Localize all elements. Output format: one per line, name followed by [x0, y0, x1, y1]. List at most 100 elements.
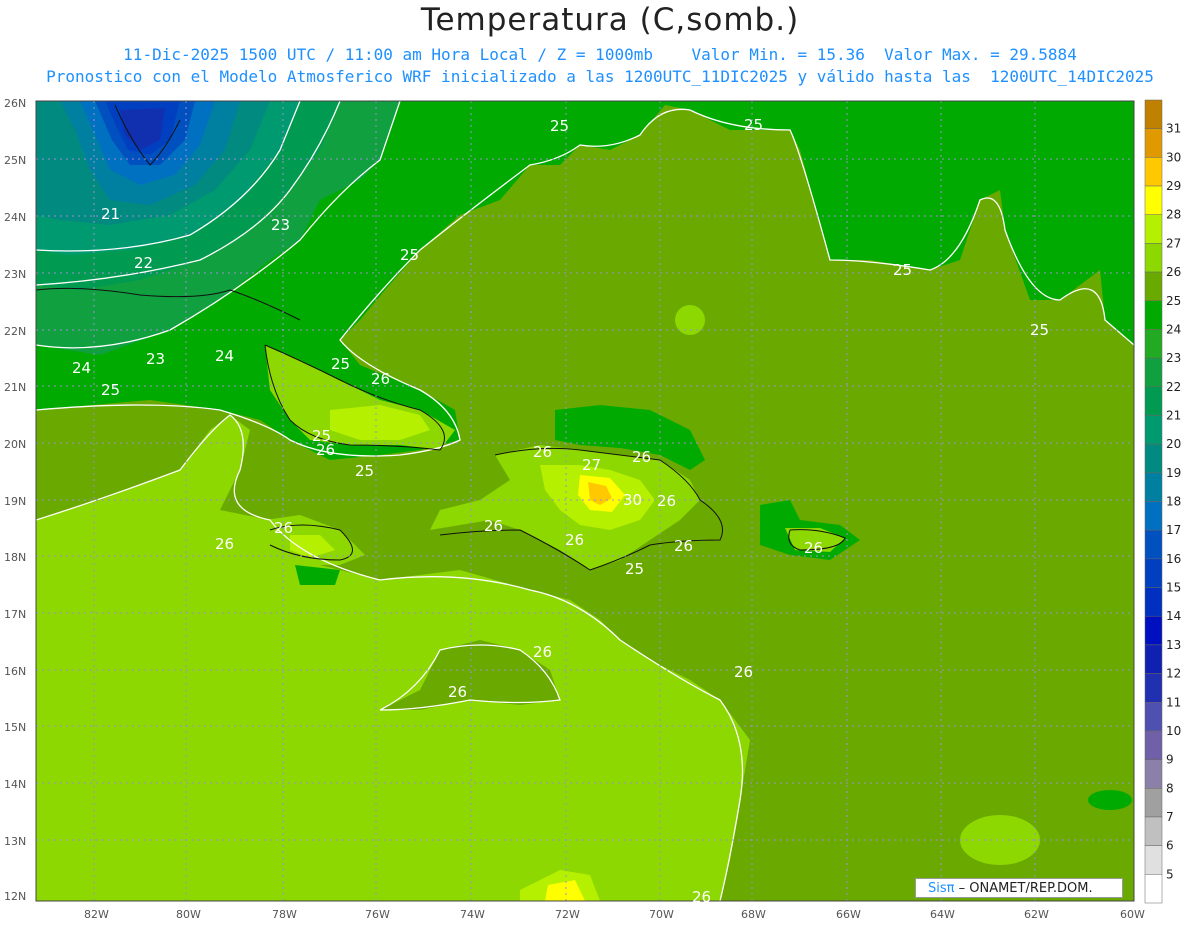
colorbar-swatch — [1144, 214, 1163, 244]
lon-label: 76W — [365, 908, 390, 921]
patch-2 — [1088, 790, 1132, 810]
contour-label: 26 — [215, 535, 234, 553]
lon-label: 64W — [930, 908, 955, 921]
colorbar-label: 15 — [1166, 581, 1181, 595]
colorbar-swatch — [1144, 271, 1163, 302]
colorbar-label: 14 — [1166, 609, 1181, 623]
colorbar-swatch — [1144, 673, 1163, 703]
contour-label: 25 — [744, 116, 763, 134]
lat-label: 18N — [4, 551, 26, 564]
contour-label: 26 — [565, 531, 584, 549]
colorbar-swatch — [1144, 615, 1163, 646]
colorbar-label: 26 — [1166, 265, 1181, 279]
colorbar-label: 25 — [1166, 294, 1181, 308]
colorbar-label: 31 — [1166, 122, 1181, 136]
colorbar-label: 19 — [1166, 466, 1181, 480]
colorbar-label: 20 — [1166, 437, 1181, 451]
temperature-map: 26N 25N 24N 23N 22N 21N 20N 19N 18N 17N … — [4, 97, 1181, 921]
lat-label: 17N — [4, 608, 26, 621]
colorbar: 31 30 29 28 27 26 25 24 23 22 21 20 19 18 17 16 15 14 13 12… — [1144, 99, 1181, 904]
contour-label: 26 — [692, 888, 711, 906]
contour-label: 26 — [448, 683, 467, 701]
colorbar-swatch — [1144, 300, 1163, 330]
colorbar-swatch — [1144, 157, 1163, 187]
contour-label: 25 — [1030, 321, 1049, 339]
contour-label: 25 — [355, 462, 374, 480]
colorbar-label: 16 — [1166, 552, 1181, 566]
colorbar-label: 9 — [1166, 753, 1174, 767]
contour-label: 25 — [331, 355, 350, 373]
colorbar-swatch — [1144, 702, 1163, 732]
contour-label: 25 — [101, 381, 120, 399]
colorbar-swatch — [1144, 587, 1163, 617]
colorbar-label: 13 — [1166, 638, 1181, 652]
lat-label: 22N — [4, 325, 26, 338]
colorbar-label: 22 — [1166, 380, 1181, 394]
contour-label: 25 — [625, 560, 644, 578]
colorbar-label: 28 — [1166, 208, 1181, 222]
colorbar-swatch — [1144, 357, 1163, 388]
lat-label: 16N — [4, 665, 26, 678]
contour-label: 26 — [533, 443, 552, 461]
colorbar-swatch — [1144, 788, 1163, 818]
colorbar-swatch — [1144, 472, 1163, 502]
lon-label: 60W — [1120, 908, 1145, 921]
lat-label: 15N — [4, 721, 26, 734]
contour-label: 26 — [674, 537, 693, 555]
colorbar-swatch — [1144, 501, 1163, 531]
lon-label: 72W — [555, 908, 580, 921]
contour-label: 23 — [146, 350, 165, 368]
colorbar-label: 21 — [1166, 408, 1181, 422]
contour-label: 24 — [215, 347, 234, 365]
lat-label: 19N — [4, 495, 26, 508]
colorbar-label: 17 — [1166, 523, 1181, 537]
colorbar-label: 7 — [1166, 810, 1174, 824]
colorbar-swatch — [1144, 529, 1163, 560]
lon-label: 68W — [741, 908, 766, 921]
contour-label: 26 — [804, 539, 823, 557]
contour-label: 26 — [632, 448, 651, 466]
lon-label: 66W — [836, 908, 861, 921]
credit-box: Sisπ – ONAMET/REP.DOM. — [915, 878, 1123, 898]
contour-label: 26 — [484, 517, 503, 535]
colorbar-label: 24 — [1166, 322, 1181, 336]
colorbar-swatch — [1144, 415, 1163, 445]
contour-label: 25 — [312, 427, 331, 445]
lat-label: 21N — [4, 381, 26, 394]
colorbar-swatch — [1144, 558, 1163, 588]
contour-label: 26 — [533, 643, 552, 661]
lat-label: 12N — [4, 890, 26, 903]
contour-label: 26 — [734, 663, 753, 681]
colorbar-swatch — [1144, 443, 1163, 474]
colorbar-swatch — [1144, 185, 1163, 215]
lon-label: 62W — [1024, 908, 1049, 921]
colorbar-label: 5 — [1166, 867, 1174, 881]
contour-label: 22 — [134, 254, 153, 272]
lon-label: 78W — [272, 908, 297, 921]
colorbar-label: 30 — [1166, 150, 1181, 164]
contour-label: 30 — [623, 491, 642, 509]
longitude-labels: 82W 80W 78W 76W 74W 72W 70W 68W 66W 64W … — [84, 908, 1145, 921]
colorbar-swatch — [1144, 845, 1163, 875]
lon-label: 74W — [460, 908, 485, 921]
colorbar-label: 8 — [1166, 781, 1174, 795]
colorbar-swatch — [1144, 128, 1163, 158]
credit-brand: Sisπ — [928, 881, 955, 896]
colorbar-label: 27 — [1166, 236, 1181, 250]
credit-text: – ONAMET/REP.DOM. — [958, 881, 1093, 896]
contour-label: 24 — [72, 359, 91, 377]
colorbar-swatch — [1144, 386, 1163, 416]
colorbar-swatch — [1144, 329, 1163, 359]
colorbar-label: 11 — [1166, 695, 1181, 709]
contour-label: 26 — [371, 370, 390, 388]
lat-label: 26N — [4, 97, 26, 110]
colorbar-swatch — [1144, 816, 1163, 846]
latitude-labels: 26N 25N 24N 23N 22N 21N 20N 19N 18N 17N … — [4, 97, 26, 903]
colorbar-label: 6 — [1166, 839, 1174, 853]
contour-label: 25 — [893, 261, 912, 279]
lat-label: 20N — [4, 438, 26, 451]
colorbar-swatch — [1144, 243, 1163, 273]
colorbar-label: 10 — [1166, 724, 1181, 738]
contour-label: 25 — [550, 117, 569, 135]
contour-label: 21 — [101, 205, 120, 223]
